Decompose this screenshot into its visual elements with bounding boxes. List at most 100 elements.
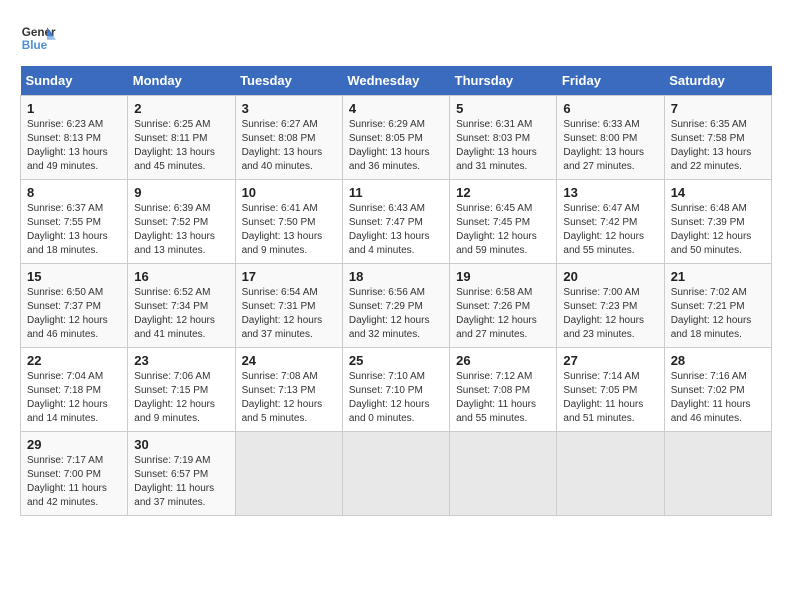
- day-info: Sunrise: 7:10 AM Sunset: 7:10 PM Dayligh…: [349, 370, 443, 426]
- calendar-table: SundayMondayTuesdayWednesdayThursdayFrid…: [20, 66, 772, 516]
- day-info: Sunrise: 7:02 AM Sunset: 7:21 PM Dayligh…: [671, 286, 765, 342]
- day-number: 24: [242, 353, 336, 368]
- day-header-thursday: Thursday: [450, 66, 557, 96]
- day-number: 8: [27, 185, 121, 200]
- calendar-cell: 20 Sunrise: 7:00 AM Sunset: 7:23 PM Dayli…: [557, 264, 664, 348]
- calendar-cell: 22 Sunrise: 7:04 AM Sunset: 7:18 PM Dayli…: [21, 348, 128, 432]
- day-info: Sunrise: 6:56 AM Sunset: 7:29 PM Dayligh…: [349, 286, 443, 342]
- day-number: 19: [456, 269, 550, 284]
- day-info: Sunrise: 6:31 AM Sunset: 8:03 PM Dayligh…: [456, 118, 550, 174]
- day-number: 25: [349, 353, 443, 368]
- day-header-friday: Friday: [557, 66, 664, 96]
- day-header-tuesday: Tuesday: [235, 66, 342, 96]
- day-info: Sunrise: 6:29 AM Sunset: 8:05 PM Dayligh…: [349, 118, 443, 174]
- calendar-cell: 26 Sunrise: 7:12 AM Sunset: 7:08 PM Dayli…: [450, 348, 557, 432]
- day-info: Sunrise: 6:41 AM Sunset: 7:50 PM Dayligh…: [242, 202, 336, 258]
- week-row-5: 29Sunrise: 7:17 AM Sunset: 7:00 PM Dayli…: [21, 432, 772, 516]
- week-row-4: 22 Sunrise: 7:04 AM Sunset: 7:18 PM Dayli…: [21, 348, 772, 432]
- logo: General Blue: [20, 20, 56, 56]
- day-header-wednesday: Wednesday: [342, 66, 449, 96]
- calendar-cell: 9Sunrise: 6:39 AM Sunset: 7:52 PM Daylig…: [128, 180, 235, 264]
- day-info: Sunrise: 6:35 AM Sunset: 7:58 PM Dayligh…: [671, 118, 765, 174]
- day-info: Sunrise: 6:58 AM Sunset: 7:26 PM Dayligh…: [456, 286, 550, 342]
- day-info: Sunrise: 6:47 AM Sunset: 7:42 PM Dayligh…: [563, 202, 657, 258]
- page-header: General Blue: [20, 20, 772, 56]
- calendar-cell: 15 Sunrise: 6:50 AM Sunset: 7:37 PM Dayli…: [21, 264, 128, 348]
- day-number: 20: [563, 269, 657, 284]
- calendar-cell: [235, 432, 342, 516]
- calendar-cell: 23Sunrise: 7:06 AM Sunset: 7:15 PM Dayli…: [128, 348, 235, 432]
- day-number: 30: [134, 437, 228, 452]
- calendar-cell: 18 Sunrise: 6:56 AM Sunset: 7:29 PM Dayli…: [342, 264, 449, 348]
- day-number: 5: [456, 101, 550, 116]
- header-row: SundayMondayTuesdayWednesdayThursdayFrid…: [21, 66, 772, 96]
- day-info: Sunrise: 7:12 AM Sunset: 7:08 PM Dayligh…: [456, 370, 550, 426]
- day-info: Sunrise: 6:37 AM Sunset: 7:55 PM Dayligh…: [27, 202, 121, 258]
- day-info: Sunrise: 7:19 AM Sunset: 6:57 PM Dayligh…: [134, 454, 228, 510]
- day-info: Sunrise: 6:48 AM Sunset: 7:39 PM Dayligh…: [671, 202, 765, 258]
- day-number: 23: [134, 353, 228, 368]
- calendar-cell: 29Sunrise: 7:17 AM Sunset: 7:00 PM Dayli…: [21, 432, 128, 516]
- day-number: 7: [671, 101, 765, 116]
- calendar-cell: 7 Sunrise: 6:35 AM Sunset: 7:58 PM Daylig…: [664, 96, 771, 180]
- calendar-cell: 5 Sunrise: 6:31 AM Sunset: 8:03 PM Daylig…: [450, 96, 557, 180]
- day-number: 18: [349, 269, 443, 284]
- day-info: Sunrise: 6:27 AM Sunset: 8:08 PM Dayligh…: [242, 118, 336, 174]
- day-number: 28: [671, 353, 765, 368]
- calendar-cell: 1 Sunrise: 6:23 AM Sunset: 8:13 PM Daylig…: [21, 96, 128, 180]
- day-info: Sunrise: 6:25 AM Sunset: 8:11 PM Dayligh…: [134, 118, 228, 174]
- day-header-monday: Monday: [128, 66, 235, 96]
- day-number: 27: [563, 353, 657, 368]
- calendar-cell: 4 Sunrise: 6:29 AM Sunset: 8:05 PM Daylig…: [342, 96, 449, 180]
- calendar-cell: 13 Sunrise: 6:47 AM Sunset: 7:42 PM Dayli…: [557, 180, 664, 264]
- day-number: 29: [27, 437, 121, 452]
- day-number: 15: [27, 269, 121, 284]
- calendar-cell: [342, 432, 449, 516]
- svg-text:Blue: Blue: [22, 39, 48, 52]
- calendar-cell: 11 Sunrise: 6:43 AM Sunset: 7:47 PM Dayli…: [342, 180, 449, 264]
- calendar-cell: 16 Sunrise: 6:52 AM Sunset: 7:34 PM Dayli…: [128, 264, 235, 348]
- calendar-cell: [557, 432, 664, 516]
- day-number: 16: [134, 269, 228, 284]
- day-info: Sunrise: 6:50 AM Sunset: 7:37 PM Dayligh…: [27, 286, 121, 342]
- day-info: Sunrise: 7:00 AM Sunset: 7:23 PM Dayligh…: [563, 286, 657, 342]
- calendar-cell: 10 Sunrise: 6:41 AM Sunset: 7:50 PM Dayli…: [235, 180, 342, 264]
- day-info: Sunrise: 7:08 AM Sunset: 7:13 PM Dayligh…: [242, 370, 336, 426]
- day-number: 1: [27, 101, 121, 116]
- calendar-cell: 19 Sunrise: 6:58 AM Sunset: 7:26 PM Dayli…: [450, 264, 557, 348]
- day-number: 10: [242, 185, 336, 200]
- day-info: Sunrise: 6:52 AM Sunset: 7:34 PM Dayligh…: [134, 286, 228, 342]
- calendar-cell: 30 Sunrise: 7:19 AM Sunset: 6:57 PM Dayli…: [128, 432, 235, 516]
- week-row-2: 8 Sunrise: 6:37 AM Sunset: 7:55 PM Daylig…: [21, 180, 772, 264]
- day-info: Sunrise: 7:14 AM Sunset: 7:05 PM Dayligh…: [563, 370, 657, 426]
- day-number: 17: [242, 269, 336, 284]
- day-number: 3: [242, 101, 336, 116]
- day-number: 14: [671, 185, 765, 200]
- calendar-cell: 21 Sunrise: 7:02 AM Sunset: 7:21 PM Dayli…: [664, 264, 771, 348]
- calendar-cell: 3 Sunrise: 6:27 AM Sunset: 8:08 PM Daylig…: [235, 96, 342, 180]
- calendar-cell: 6Sunrise: 6:33 AM Sunset: 8:00 PM Daylig…: [557, 96, 664, 180]
- day-number: 22: [27, 353, 121, 368]
- day-info: Sunrise: 7:04 AM Sunset: 7:18 PM Dayligh…: [27, 370, 121, 426]
- calendar-cell: 27 Sunrise: 7:14 AM Sunset: 7:05 PM Dayli…: [557, 348, 664, 432]
- day-number: 11: [349, 185, 443, 200]
- calendar-cell: 25 Sunrise: 7:10 AM Sunset: 7:10 PM Dayli…: [342, 348, 449, 432]
- day-info: Sunrise: 6:54 AM Sunset: 7:31 PM Dayligh…: [242, 286, 336, 342]
- day-number: 6: [563, 101, 657, 116]
- day-number: 12: [456, 185, 550, 200]
- day-number: 13: [563, 185, 657, 200]
- logo-icon: General Blue: [20, 20, 56, 56]
- week-row-3: 15 Sunrise: 6:50 AM Sunset: 7:37 PM Dayli…: [21, 264, 772, 348]
- day-header-sunday: Sunday: [21, 66, 128, 96]
- day-number: 4: [349, 101, 443, 116]
- day-number: 26: [456, 353, 550, 368]
- day-number: 21: [671, 269, 765, 284]
- day-info: Sunrise: 6:43 AM Sunset: 7:47 PM Dayligh…: [349, 202, 443, 258]
- calendar-cell: 24 Sunrise: 7:08 AM Sunset: 7:13 PM Dayli…: [235, 348, 342, 432]
- day-info: Sunrise: 6:23 AM Sunset: 8:13 PM Dayligh…: [27, 118, 121, 174]
- calendar-cell: 12Sunrise: 6:45 AM Sunset: 7:45 PM Dayli…: [450, 180, 557, 264]
- calendar-cell: [450, 432, 557, 516]
- week-row-1: 1 Sunrise: 6:23 AM Sunset: 8:13 PM Daylig…: [21, 96, 772, 180]
- calendar-cell: 28Sunrise: 7:16 AM Sunset: 7:02 PM Dayli…: [664, 348, 771, 432]
- day-info: Sunrise: 6:39 AM Sunset: 7:52 PM Dayligh…: [134, 202, 228, 258]
